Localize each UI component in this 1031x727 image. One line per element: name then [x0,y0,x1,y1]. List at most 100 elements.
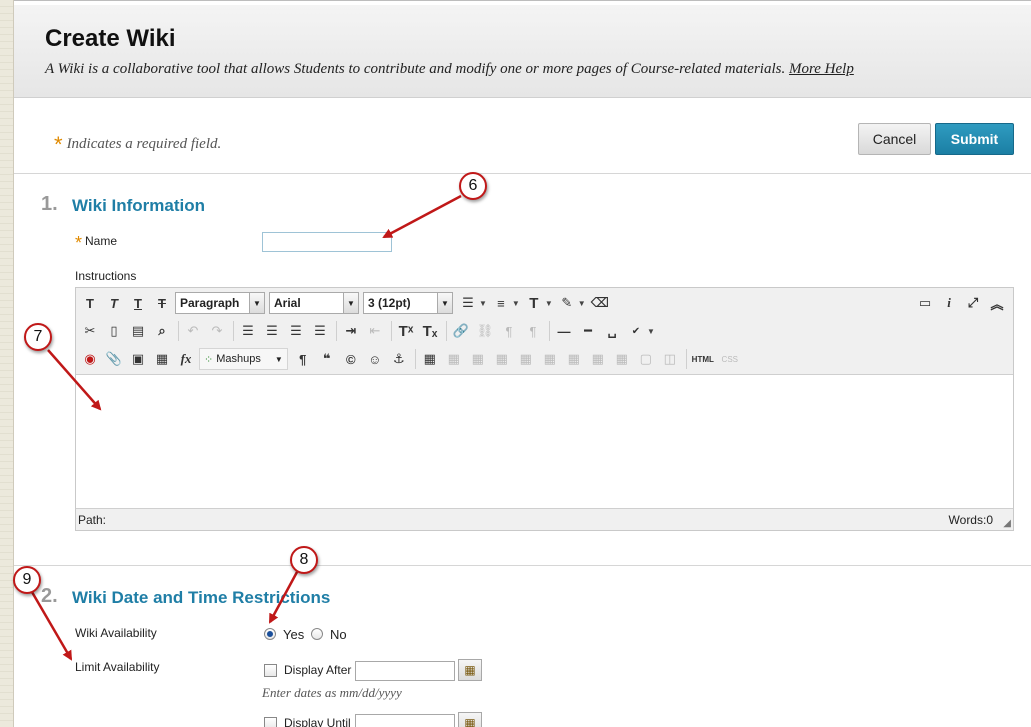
collapse-toolbar-icon[interactable]: ︽ [986,292,1008,314]
paste-icon[interactable]: ▤ [127,320,149,342]
nonbreaking-space-icon[interactable]: ␣ [601,320,623,342]
redo-icon[interactable]: ↷ [206,320,228,342]
chevron-down-icon: ▼ [437,293,452,313]
html-source-button[interactable]: HTML [690,348,716,370]
date-format-hint: Enter dates as mm/dd/yyyy [262,685,402,700]
table-cell-props-icon[interactable]: ▦ [467,348,489,370]
merge-cells-icon[interactable]: ◫ [659,348,681,370]
instructions-editor: T T T T Paragraph ▼ Arial ▼ 3 (12pt) ▼ ☰… [75,287,1014,531]
thick-rule-icon[interactable]: ━ [577,320,599,342]
align-left-icon[interactable]: ☰ [237,320,259,342]
preview-icon[interactable]: ▭ [914,292,936,314]
eraser-icon[interactable]: ⌫ [589,292,611,314]
table-row-props-icon[interactable]: ▦ [443,348,465,370]
font-size-select[interactable]: 3 (12pt) ▼ [363,292,453,314]
availability-yes-label: Yes [283,627,305,642]
chevron-down-icon[interactable]: ▼ [578,299,586,308]
availability-no-radio[interactable] [311,628,323,640]
calendar-icon[interactable]: ▦ [458,712,482,727]
display-until-label: Display Until [284,716,351,727]
attach-file-icon[interactable]: 📎 [103,348,125,370]
insert-image-icon[interactable]: ▣ [127,348,149,370]
insert-col-before-icon[interactable]: ▦ [563,348,585,370]
text-color-icon[interactable]: T [523,292,545,314]
find-icon[interactable]: ⌕ [151,320,173,342]
font-family-select[interactable]: Arial ▼ [269,292,359,314]
insert-row-after-icon[interactable]: ▦ [515,348,537,370]
align-center-icon[interactable]: ☰ [261,320,283,342]
chevron-down-icon[interactable]: ▼ [512,299,520,308]
outdent-icon[interactable]: ⇤ [364,320,386,342]
info-icon[interactable]: i [938,292,960,314]
insert-row-before-icon[interactable]: ▦ [491,348,513,370]
paragraph-format-select[interactable]: Paragraph ▼ [175,292,265,314]
copyright-icon[interactable]: © [340,348,362,370]
insert-table-icon[interactable]: ▦ [419,348,441,370]
callout-6: 6 [459,172,487,200]
mashups-label: Mashups [216,353,261,365]
chevron-down-icon[interactable]: ▼ [647,327,655,336]
bullet-list-icon[interactable]: ☰ [457,292,479,314]
toolbar-row-2: ✂ ▯ ▤ ⌕ ↶ ↷ ☰ ☰ ☰ ☰ ⇥ ⇤ Tˣ Tₓ 🔗 ⛓ ¶ ¶ — … [79,319,658,343]
left-frame-strip [0,0,14,727]
divider [14,173,1031,174]
fullscreen-icon[interactable]: ⤢ [962,292,984,314]
availability-yes-radio[interactable] [264,628,276,640]
justify-icon[interactable]: ☰ [309,320,331,342]
callout-7: 7 [24,323,52,351]
section-title-date-time-restrictions: Wiki Date and Time Restrictions [72,588,331,607]
delete-col-icon[interactable]: ▦ [611,348,633,370]
insert-col-after-icon[interactable]: ▦ [587,348,609,370]
cut-icon[interactable]: ✂ [79,320,101,342]
ltr-icon[interactable]: ¶ [498,320,520,342]
undo-icon[interactable]: ↶ [182,320,204,342]
split-cells-icon[interactable]: ▢ [635,348,657,370]
superscript-icon[interactable]: Tˣ [395,320,417,342]
submit-button[interactable]: Submit [935,123,1014,155]
unlink-icon[interactable]: ⛓ [474,320,496,342]
cancel-button[interactable]: Cancel [858,123,931,155]
indent-icon[interactable]: ⇥ [340,320,362,342]
emoticon-icon[interactable]: ☺ [364,348,386,370]
blockquote-icon[interactable]: ❝ [316,348,338,370]
mashups-menu[interactable]: ⁘ Mashups ▼ [199,348,288,370]
font-family-value: Arial [274,296,301,310]
link-icon[interactable]: 🔗 [450,320,472,342]
rtl-icon[interactable]: ¶ [522,320,544,342]
bold-icon[interactable]: T [79,292,101,314]
highlight-icon[interactable]: ✎ [556,292,578,314]
display-until-checkbox[interactable] [264,717,277,727]
anchor-icon[interactable]: ⚓ [388,348,410,370]
numbered-list-icon[interactable]: ≡ [490,292,512,314]
page-description: A Wiki is a collaborative tool that allo… [45,61,854,78]
required-field-note: * Indicates a required field. [54,132,221,158]
chevron-down-icon[interactable]: ▼ [479,299,487,308]
display-after-label: Display After [284,663,352,677]
chevron-down-icon[interactable]: ▼ [545,299,553,308]
calendar-icon[interactable]: ▦ [458,659,482,681]
display-after-checkbox[interactable] [264,664,277,677]
editor-content-area[interactable] [76,375,1013,508]
underline-icon[interactable]: T [127,292,149,314]
resize-grip-icon[interactable]: ◢ [1003,518,1011,529]
display-after-date-input[interactable] [355,661,455,681]
subscript-icon[interactable]: Tₓ [419,320,441,342]
delete-row-icon[interactable]: ▦ [539,348,561,370]
name-label: * Name [75,233,117,254]
more-help-link[interactable]: More Help [789,61,854,77]
horizontal-rule-icon[interactable]: — [553,320,575,342]
align-right-icon[interactable]: ☰ [285,320,307,342]
display-until-date-input[interactable] [355,714,455,727]
name-input[interactable] [262,232,392,252]
strikethrough-icon[interactable]: T [151,292,173,314]
math-formula-icon[interactable]: fx [175,348,197,370]
section-number: 1. [41,193,58,215]
record-icon[interactable]: ◉ [79,348,101,370]
paragraph-mark-icon[interactable]: ¶ [292,348,314,370]
css-button[interactable]: CSS [718,348,742,370]
copy-icon[interactable]: ▯ [103,320,125,342]
insert-media-icon[interactable]: ▦ [151,348,173,370]
required-star-icon: * [75,233,83,253]
spellcheck-icon[interactable]: ✔ [625,320,647,342]
italic-icon[interactable]: T [103,292,125,314]
